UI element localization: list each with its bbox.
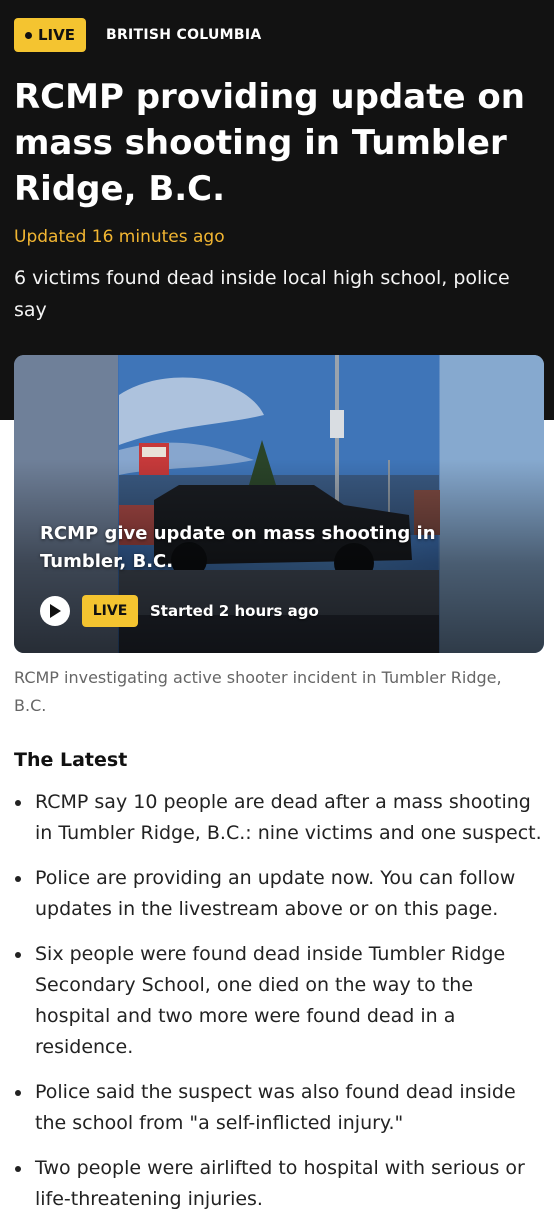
bullet-icon <box>15 952 21 958</box>
list-item: Police said the suspect was also found d… <box>14 1077 544 1139</box>
list-item-text: Two people were airlifted to hospital wi… <box>35 1157 525 1210</box>
list-item: RCMP say 10 people are dead after a mass… <box>14 787 544 849</box>
video-title[interactable]: RCMP give update on mass shooting in Tum… <box>40 520 460 576</box>
list-item-text: RCMP say 10 people are dead after a mass… <box>35 791 542 844</box>
live-badge: LIVE <box>14 18 86 52</box>
livestream-video-player[interactable]: RCMP give update on mass shooting in Tum… <box>14 355 544 653</box>
page-title: RCMP providing update on mass shooting i… <box>14 77 525 209</box>
list-item-text: Six people were found dead inside Tumble… <box>35 943 506 1058</box>
section-link[interactable]: BRITISH COLUMBIA <box>106 27 262 43</box>
live-dot-icon <box>25 31 32 39</box>
bullet-icon <box>15 876 21 882</box>
stream-started-time: Started 2 hours ago <box>150 602 319 620</box>
bullet-icon <box>15 1090 21 1096</box>
list-item: Six people were found dead inside Tumble… <box>14 939 544 1063</box>
updated-timestamp: Updated 16 minutes ago <box>14 227 225 247</box>
list-item: Police are providing an update now. You … <box>14 863 544 925</box>
list-item-text: Police are providing an update now. You … <box>35 867 516 920</box>
live-badge-label: LIVE <box>38 26 75 44</box>
bullet-icon <box>15 800 21 806</box>
list-item: Two people were airlifted to hospital wi… <box>14 1153 544 1215</box>
latest-list: RCMP say 10 people are dead after a mass… <box>14 787 544 1229</box>
play-button[interactable] <box>40 596 70 626</box>
play-icon <box>50 604 61 618</box>
video-live-badge: LIVE <box>82 595 138 627</box>
video-controls: LIVE Started 2 hours ago <box>40 595 319 627</box>
latest-heading: The Latest <box>14 749 128 771</box>
video-caption: RCMP investigating active shooter incide… <box>14 668 502 715</box>
list-item-text: Police said the suspect was also found d… <box>35 1081 516 1134</box>
bullet-icon <box>15 1166 21 1172</box>
article-dek: 6 victims found dead inside local high s… <box>14 267 510 321</box>
hero-topline: LIVE BRITISH COLUMBIA <box>14 18 262 52</box>
